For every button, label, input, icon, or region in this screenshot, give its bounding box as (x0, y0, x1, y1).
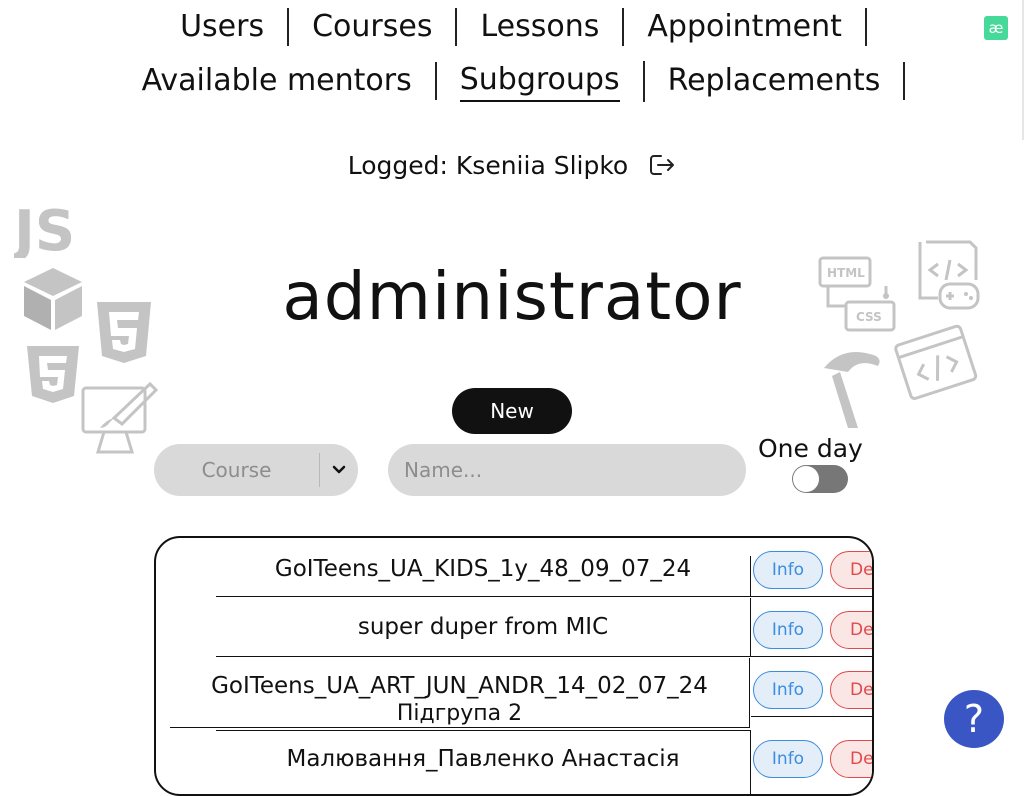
subgroup-name: super duper from MIC (216, 598, 751, 657)
delete-button[interactable]: Del (830, 611, 872, 649)
language-glyph: æ (988, 19, 1004, 37)
delete-button[interactable]: Del (830, 551, 872, 589)
one-day-toggle[interactable] (792, 465, 848, 493)
nav-available-mentors-label: Available mentors (141, 63, 412, 98)
language-switch-icon[interactable]: æ (984, 16, 1008, 40)
info-button[interactable]: Info (753, 671, 823, 709)
new-subgroup-button[interactable]: New (452, 388, 572, 434)
subgroup-name: Малювання_Павленко Анастасія (216, 730, 751, 794)
html-badge-text: HTML (827, 266, 865, 280)
nav-lessons-label: Lessons (480, 9, 600, 44)
nav-lessons[interactable]: Lessons (457, 8, 625, 46)
toggle-knob (793, 466, 819, 492)
html5-shield-icon (95, 300, 153, 364)
top-nav-row-2: Available mentors Subgroups Replacements (0, 60, 1024, 102)
nav-replacements-label: Replacements (667, 63, 881, 98)
nav-appointment-label: Appointment (647, 9, 842, 44)
logout-icon[interactable] (646, 150, 676, 180)
nav-subgroups[interactable]: Subgroups (437, 60, 645, 102)
info-button[interactable]: Info (753, 740, 823, 778)
row-actions: Info Del (751, 730, 872, 794)
nav-courses[interactable]: Courses (289, 8, 458, 46)
course-select[interactable]: Course (154, 444, 358, 496)
help-glyph: ? (963, 697, 985, 741)
logged-user-text: Logged: Kseniia Slipko (347, 150, 629, 180)
subgroup-name-text: GoITeens_UA_KIDS_1y_48_09_07_24 (274, 556, 692, 582)
nav-users[interactable]: Users (157, 8, 290, 46)
design-monitor-icon (80, 378, 158, 458)
css-badge-text: CSS (856, 310, 882, 324)
subgroup-name: GoITeens_UA_KIDS_1y_48_09_07_24 (216, 556, 751, 597)
html-css-flow-icon: HTML CSS (818, 256, 898, 334)
course-select-value: Course (201, 458, 272, 482)
js-logo-icon: JS (14, 196, 84, 258)
nav-available-mentors[interactable]: Available mentors (119, 62, 437, 100)
name-search-input[interactable] (388, 444, 746, 496)
css3-shield-icon (25, 344, 81, 404)
subgroup-name-text: GoITeens_UA_ART_JUN_ANDR_14_02_07_24 (211, 673, 708, 699)
subgroup-name-text: Малювання_Павленко Анастасія (286, 746, 680, 772)
nav-appointment[interactable]: Appointment (624, 8, 867, 46)
row-actions: Info Del (751, 598, 872, 657)
one-day-label: One day (758, 434, 863, 463)
logged-user-bar: Logged: Kseniia Slipko (0, 150, 1024, 180)
delete-button[interactable]: Del (830, 671, 872, 709)
info-button[interactable]: Info (753, 551, 823, 589)
nav-subgroups-label: Subgroups (459, 61, 620, 102)
subgroup-name: GoITeens_UA_ART_JUN_ANDR_14_02_07_24 Під… (170, 658, 750, 728)
subgroup-subtitle: Підгрупа 2 (396, 701, 523, 726)
subgroups-table: GoITeens_UA_KIDS_1y_48_09_07_24 Info Del… (154, 536, 874, 796)
chevron-down-icon[interactable] (320, 465, 358, 475)
nav-users-label: Users (180, 9, 265, 44)
help-button[interactable]: ? (944, 690, 1004, 748)
nav-courses-label: Courses (312, 9, 433, 44)
js-logo-text: JS (14, 199, 75, 258)
top-nav-row-1: Users Courses Lessons Appointment (0, 6, 1024, 48)
code-gamepad-icon (916, 240, 980, 312)
subgroup-name-text: super duper from MIC (357, 614, 609, 640)
hammer-icon (818, 346, 884, 434)
cube-icon (20, 266, 86, 332)
code-window-icon (894, 320, 980, 406)
nav-replacements[interactable]: Replacements (645, 62, 906, 100)
info-button[interactable]: Info (753, 611, 823, 649)
row-actions: Info Del (751, 658, 872, 717)
row-actions: Info Del (751, 551, 872, 597)
delete-button[interactable]: Del (830, 740, 872, 778)
